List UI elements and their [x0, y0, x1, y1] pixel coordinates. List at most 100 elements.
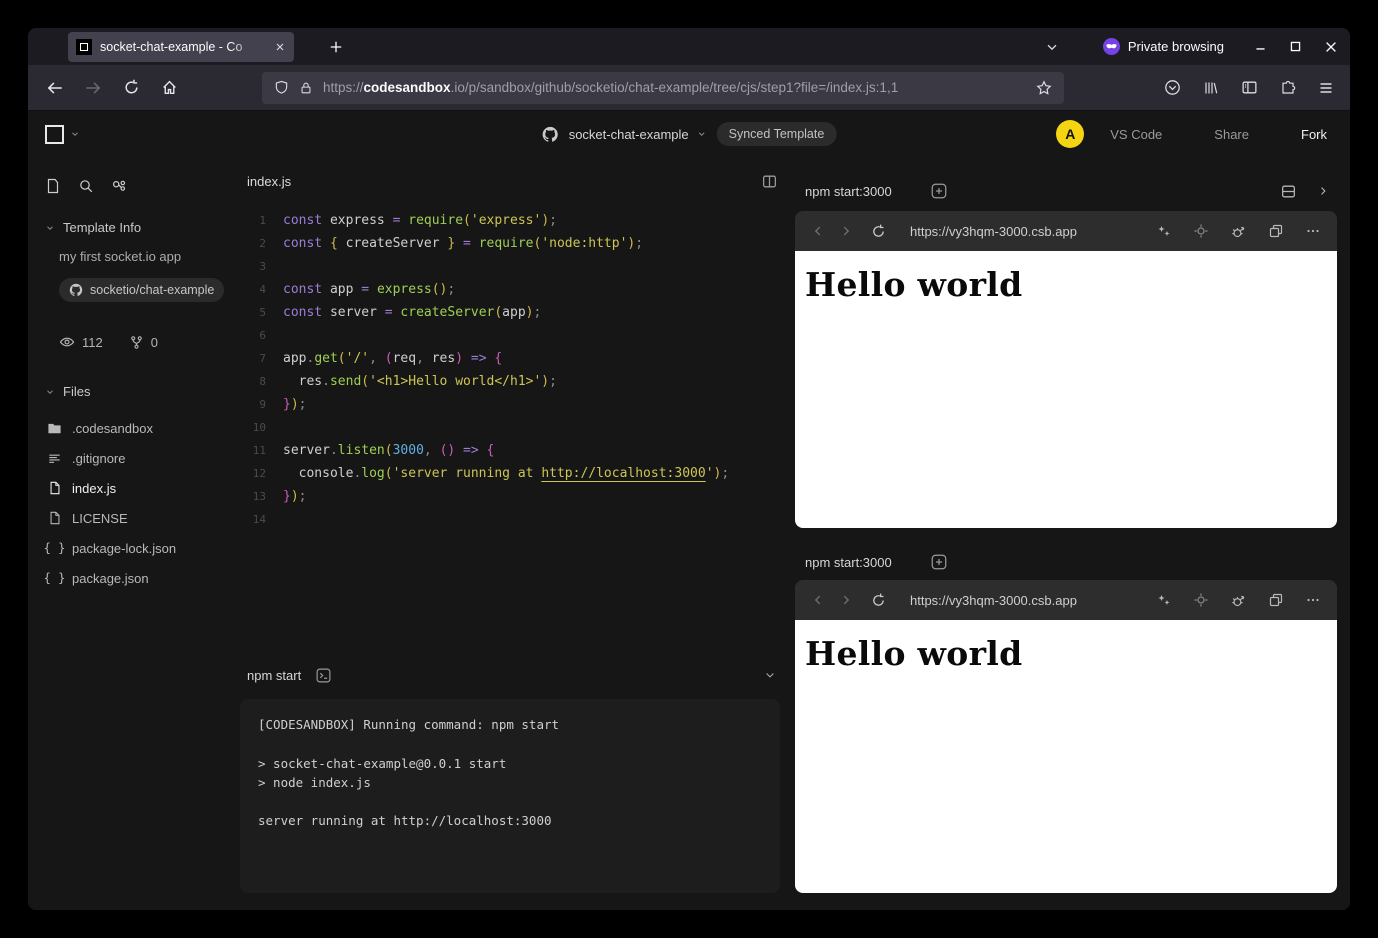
- split-horizontal-icon[interactable]: [1280, 183, 1297, 200]
- line-number: 14: [240, 508, 266, 531]
- tab-close-icon[interactable]: [274, 41, 286, 53]
- target-icon[interactable]: [1193, 223, 1209, 239]
- file-explorer-icon[interactable]: [45, 178, 61, 194]
- file-name: index.js: [72, 481, 116, 496]
- lock-icon[interactable]: [299, 81, 313, 95]
- list-all-tabs-icon[interactable]: [1045, 40, 1059, 54]
- code-line[interactable]: 11server.listen(3000, () => {: [240, 439, 792, 462]
- preview-tab-bottom[interactable]: npm start:3000: [805, 555, 892, 570]
- code-line[interactable]: 2const { createServer } = require('node:…: [240, 232, 792, 255]
- line-number: 10: [240, 416, 266, 439]
- line-number: 8: [240, 370, 266, 393]
- split-editor-icon[interactable]: [761, 173, 778, 190]
- tracking-protection-shield-icon[interactable]: [274, 80, 289, 95]
- code-line[interactable]: 12 console.log('server running at http:/…: [240, 462, 792, 485]
- add-devtool-icon[interactable]: [930, 553, 948, 571]
- file-item[interactable]: LICENSE: [45, 503, 240, 533]
- search-icon[interactable]: [78, 178, 94, 194]
- collapse-panel-icon[interactable]: [1317, 185, 1329, 197]
- code-line[interactable]: 1const express = require('express');: [240, 209, 792, 232]
- debug-icon[interactable]: [1230, 592, 1247, 609]
- preview-toolbar: https://vy3hqm-3000.csb.app: [795, 580, 1337, 620]
- preview-content[interactable]: Hello world: [795, 251, 1337, 528]
- project-name-dropdown[interactable]: socket-chat-example: [569, 127, 707, 142]
- code-line[interactable]: 9});: [240, 393, 792, 416]
- code-line[interactable]: 6: [240, 324, 792, 347]
- open-in-new-window-icon[interactable]: [1268, 592, 1284, 608]
- home-button[interactable]: [154, 73, 184, 103]
- preview-back-icon[interactable]: [811, 224, 825, 238]
- extensions-icon[interactable]: [1280, 80, 1296, 96]
- target-icon[interactable]: [1193, 592, 1209, 608]
- pocket-icon[interactable]: [1164, 79, 1181, 96]
- sidebar-toggle-icon[interactable]: [1241, 79, 1258, 96]
- file-item[interactable]: .codesandbox: [45, 413, 240, 443]
- preview-tab-top[interactable]: npm start:3000: [805, 184, 892, 199]
- back-button[interactable]: [40, 73, 70, 103]
- browser-tab-title: socket-chat-example - Co: [100, 40, 266, 54]
- template-info-section[interactable]: Template Info: [45, 220, 240, 235]
- firefox-window: socket-chat-example - Co Private browsin…: [28, 28, 1350, 910]
- debug-icon[interactable]: [1230, 223, 1247, 240]
- file-icon: [47, 511, 62, 525]
- reload-button[interactable]: [116, 73, 146, 103]
- devtools-icon[interactable]: [111, 178, 127, 194]
- editor-tab-indexjs[interactable]: index.js: [247, 174, 291, 189]
- codesandbox-logo-icon: [45, 125, 64, 144]
- more-options-icon[interactable]: [1305, 592, 1321, 608]
- new-tab-button[interactable]: [324, 36, 348, 58]
- code-editor[interactable]: 1const express = require('express');2con…: [240, 205, 792, 657]
- preview-url[interactable]: https://vy3hqm-3000.csb.app: [910, 593, 1077, 608]
- file-name: package-lock.json: [72, 541, 176, 556]
- vscode-button[interactable]: VS Code: [1084, 127, 1188, 142]
- sparkles-icon[interactable]: [1156, 592, 1172, 608]
- code-line[interactable]: 7app.get('/', (req, res) => {: [240, 347, 792, 370]
- code-line[interactable]: 10: [240, 416, 792, 439]
- preview-reload-icon[interactable]: [871, 224, 886, 239]
- preview-reload-icon[interactable]: [871, 593, 886, 608]
- terminal-output[interactable]: [CODESANDBOX] Running command: npm start…: [240, 699, 780, 893]
- terminal-icon: [315, 667, 332, 684]
- code-line[interactable]: 5const server = createServer(app);: [240, 301, 792, 324]
- file-item[interactable]: { }package.json: [45, 563, 240, 593]
- file-item[interactable]: index.js: [45, 473, 240, 503]
- url-text[interactable]: https://codesandbox.io/p/sandbox/github/…: [323, 80, 1026, 95]
- open-in-new-window-icon[interactable]: [1268, 223, 1284, 239]
- code-line[interactable]: 8 res.send('<h1>Hello world</h1>');: [240, 370, 792, 393]
- fork-button[interactable]: Fork: [1275, 127, 1333, 142]
- line-number: 5: [240, 301, 266, 324]
- preview-forward-icon[interactable]: [839, 593, 853, 607]
- code-line[interactable]: 4const app = express();: [240, 278, 792, 301]
- window-close-button[interactable]: [1324, 40, 1338, 54]
- forward-button[interactable]: [78, 73, 108, 103]
- files-section[interactable]: Files: [45, 384, 240, 399]
- repo-link[interactable]: socketio/chat-example: [59, 278, 224, 302]
- terminal-tab[interactable]: npm start: [247, 668, 301, 683]
- file-item[interactable]: { }package-lock.json: [45, 533, 240, 563]
- sparkles-icon[interactable]: [1156, 223, 1172, 239]
- preview-content[interactable]: Hello world: [795, 620, 1337, 893]
- user-avatar[interactable]: A: [1056, 120, 1084, 148]
- codesandbox-app: socket-chat-example Synced Template A VS…: [28, 111, 1350, 910]
- code-line[interactable]: 13});: [240, 485, 792, 508]
- library-icon[interactable]: [1203, 80, 1219, 96]
- menu-icon[interactable]: [1318, 80, 1334, 96]
- code-line[interactable]: 3: [240, 255, 792, 278]
- terminal-collapse-icon[interactable]: [764, 669, 776, 681]
- preview-forward-icon[interactable]: [839, 224, 853, 238]
- preview-pane: https://vy3hqm-3000.csb.app: [795, 580, 1337, 893]
- bookmark-star-icon[interactable]: [1036, 80, 1052, 96]
- window-maximize-button[interactable]: [1289, 40, 1302, 53]
- browser-tab[interactable]: socket-chat-example - Co: [68, 32, 294, 62]
- url-bar[interactable]: https://codesandbox.io/p/sandbox/github/…: [262, 72, 1064, 104]
- file-item[interactable]: .gitignore: [45, 443, 240, 473]
- share-button[interactable]: Share: [1188, 127, 1275, 142]
- file-name: package.json: [72, 571, 149, 586]
- window-minimize-button[interactable]: [1254, 40, 1267, 53]
- csb-logo-menu[interactable]: [45, 125, 80, 144]
- add-devtool-icon[interactable]: [930, 182, 948, 200]
- code-line[interactable]: 14: [240, 508, 792, 531]
- preview-url[interactable]: https://vy3hqm-3000.csb.app: [910, 224, 1077, 239]
- more-options-icon[interactable]: [1305, 223, 1321, 239]
- preview-back-icon[interactable]: [811, 593, 825, 607]
